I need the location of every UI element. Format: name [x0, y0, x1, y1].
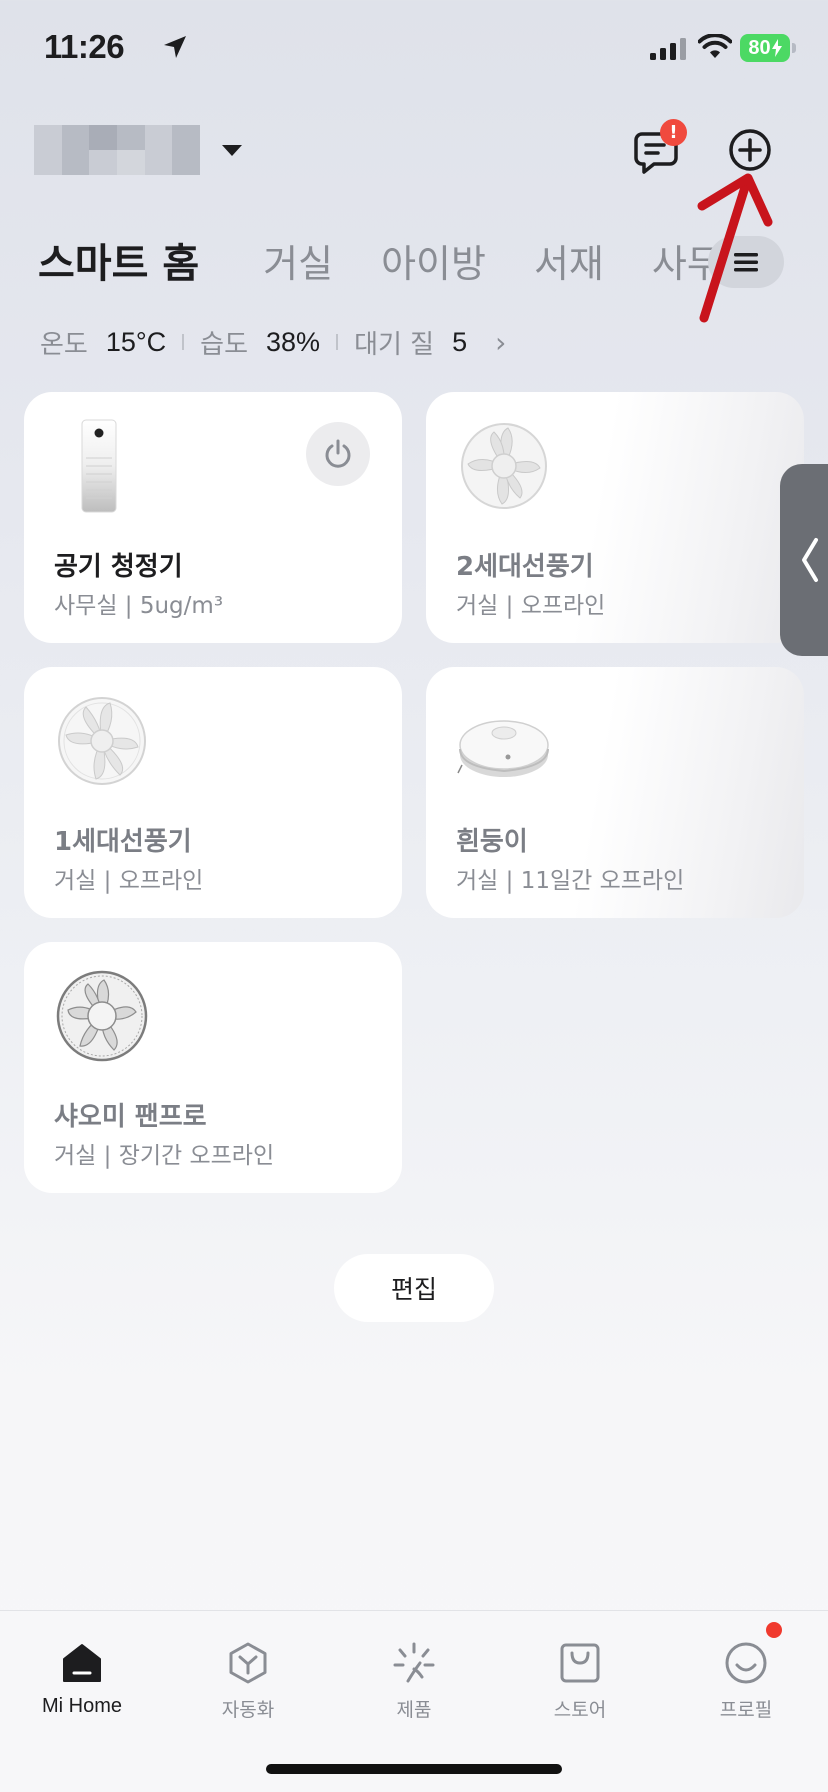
environment-summary[interactable]: 온도 15°C 습도 38% 대기 질 5 ›: [40, 322, 506, 362]
store-icon: [560, 1643, 600, 1683]
air-quality-value: 5: [452, 326, 468, 357]
fan-icon: [461, 423, 547, 509]
temperature-value: 15°C: [105, 326, 167, 357]
power-button[interactable]: [306, 422, 370, 486]
home-icon: [63, 1644, 101, 1682]
signal-icon: [650, 38, 686, 60]
device-status: 거실 | 11일간 오프라인: [456, 868, 685, 894]
device-card-fan-pro[interactable]: 샤오미 팬프로 거실 | 장기간 오프라인: [24, 942, 402, 1193]
device-name: 공기 청정기: [54, 552, 183, 582]
home-selector[interactable]: [34, 124, 244, 176]
home-name-redacted: [34, 125, 200, 175]
location-arrow-icon: [164, 36, 186, 58]
tab-label: 제품: [396, 1699, 432, 1721]
device-card-robot-vacuum[interactable]: 흰둥이 거실 | 11일간 오프라인: [426, 667, 804, 918]
edit-button[interactable]: 편집: [334, 1254, 494, 1322]
fan-icon: [58, 697, 146, 785]
tab-label: 자동화: [221, 1699, 275, 1721]
tab-smart-home[interactable]: 스마트 홈: [38, 231, 199, 289]
battery-indicator: 80: [740, 34, 790, 62]
battery-level: 80: [748, 36, 771, 59]
message-alert-badge: !: [660, 119, 687, 146]
divider: [182, 334, 185, 350]
tab-mi-home[interactable]: Mi Home: [12, 1641, 152, 1718]
products-icon: [393, 1642, 435, 1683]
side-panel-handle[interactable]: [780, 464, 828, 656]
tab-label: 프로필: [719, 1699, 773, 1721]
temperature-label: 온도: [40, 329, 88, 360]
status-bar: 11:26 80: [0, 0, 828, 100]
tab-label: 스토어: [553, 1699, 607, 1721]
device-card-fan-gen2[interactable]: 2세대선풍기 거실 | 오프라인: [426, 392, 804, 643]
room-tabs: 스마트 홈 거실 아이방 서재 사무: [38, 228, 738, 292]
charging-bolt-icon: [771, 39, 782, 57]
power-icon: [325, 439, 351, 468]
profile-notification-dot: [766, 1622, 782, 1638]
caret-down-icon: [222, 144, 242, 156]
wifi-icon: [698, 34, 732, 58]
air-quality-label: 대기 질: [354, 329, 435, 360]
add-device-icon[interactable]: [728, 128, 772, 172]
chevron-right-icon: ›: [495, 325, 507, 359]
air-purifier-icon: [81, 419, 117, 513]
device-card-fan-gen1[interactable]: 1세대선풍기 거실 | 오프라인: [24, 667, 402, 918]
chevron-left-icon: [802, 538, 818, 582]
home-indicator[interactable]: [266, 1764, 562, 1774]
tab-profile[interactable]: 프로필: [676, 1641, 816, 1722]
device-card-air-purifier[interactable]: 공기 청정기 사무실 | 5ug/m³: [24, 392, 402, 643]
device-name: 샤오미 팬프로: [54, 1102, 207, 1132]
humidity-value: 38%: [266, 326, 321, 357]
tab-label: Mi Home: [41, 1695, 122, 1717]
tab-living-room[interactable]: 거실: [263, 233, 333, 288]
automation-icon: [229, 1642, 267, 1684]
device-status: 거실 | 오프라인: [54, 868, 204, 894]
battery-tip: [792, 43, 796, 53]
device-grid: 공기 청정기 사무실 | 5ug/m³ 2세대선풍기 거실 | 오프라인 1세대…: [24, 392, 804, 1193]
tab-automation[interactable]: 자동화: [178, 1641, 318, 1722]
robot-vacuum-icon: [457, 720, 549, 777]
profile-icon: [725, 1642, 767, 1684]
device-name: 1세대선풍기: [54, 827, 192, 857]
device-status: 사무실 | 5ug/m³: [54, 593, 224, 619]
annotation-arrow: [697, 173, 773, 323]
status-time: 11:26: [44, 28, 125, 65]
device-status: 거실 | 오프라인: [456, 593, 606, 619]
device-status: 거실 | 장기간 오프라인: [54, 1143, 275, 1169]
fan-pro-icon: [56, 970, 148, 1062]
divider: [336, 334, 339, 350]
tab-kids-room[interactable]: 아이방: [381, 233, 486, 288]
tab-study[interactable]: 서재: [534, 233, 604, 288]
device-name: 흰둥이: [456, 827, 528, 857]
tab-products[interactable]: 제품: [344, 1641, 484, 1722]
humidity-label: 습도: [200, 329, 249, 360]
device-name: 2세대선풍기: [456, 552, 594, 582]
tab-store[interactable]: 스토어: [510, 1641, 650, 1722]
